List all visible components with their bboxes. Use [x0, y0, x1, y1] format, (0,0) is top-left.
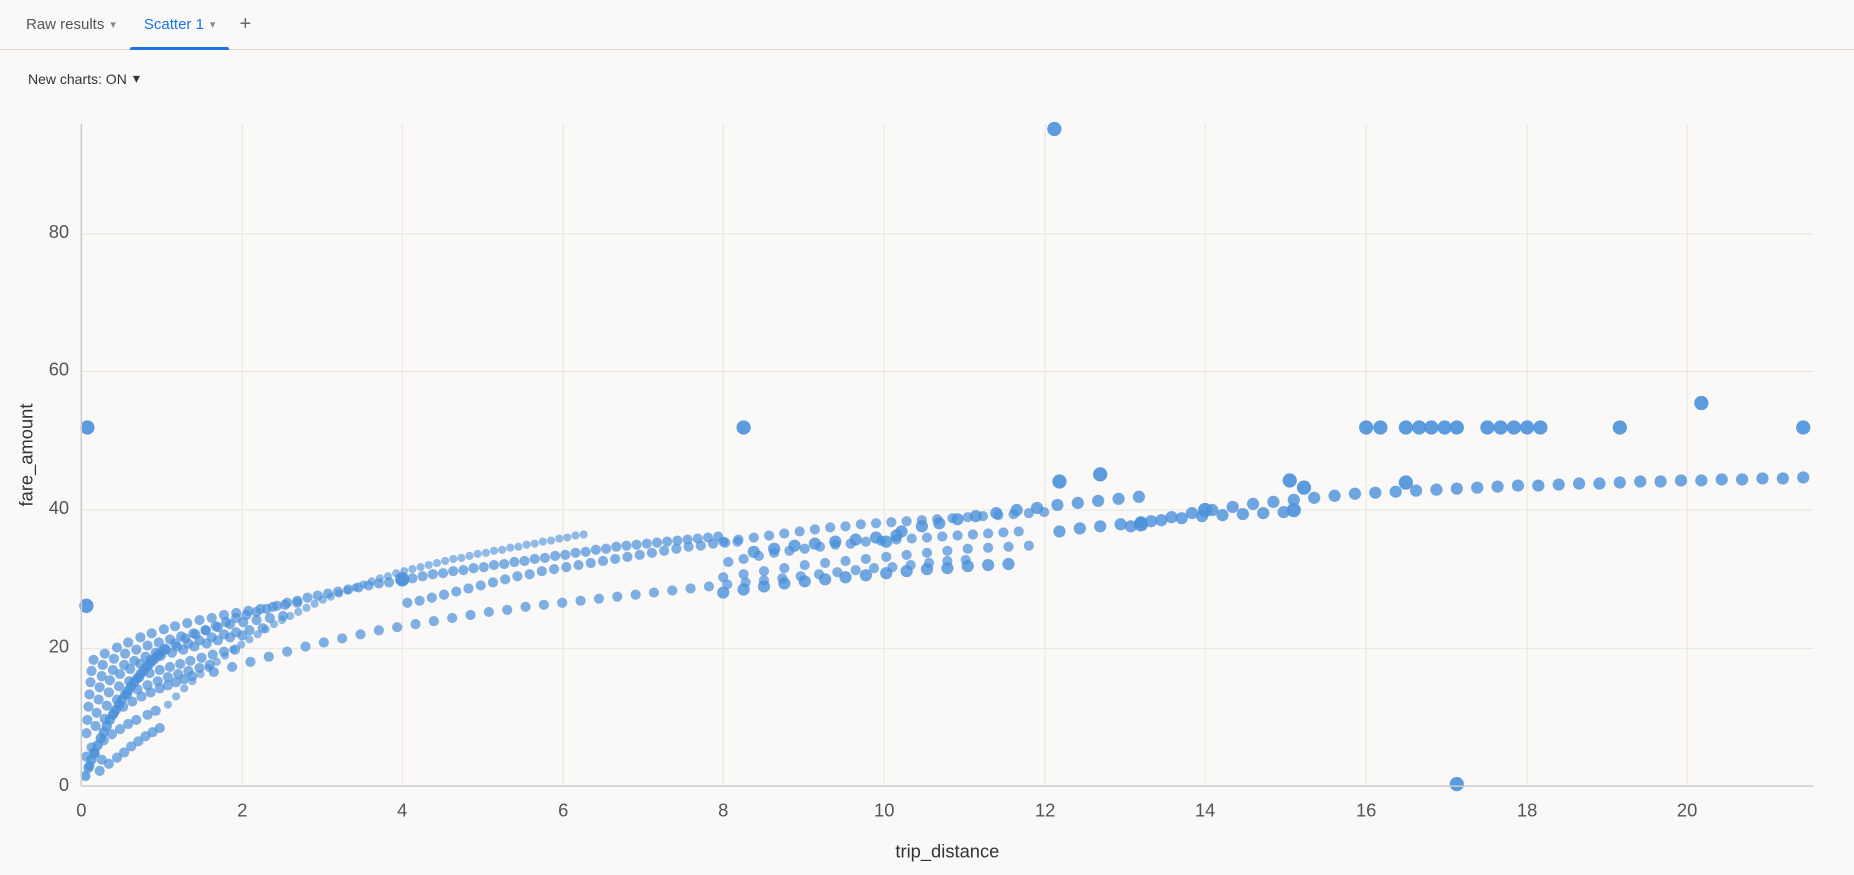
tab-scatter-1-chevron: ▾: [210, 18, 216, 31]
svg-text:6: 6: [558, 800, 568, 821]
svg-text:2: 2: [237, 800, 247, 821]
tab-add-icon: +: [239, 13, 251, 36]
chart-controls: New charts: ON ▾: [0, 66, 1854, 101]
svg-text:40: 40: [49, 497, 69, 518]
scatter-plot: 0 20 40 60 80 0 2 4 6 8 10 12 14 16 18 2…: [10, 101, 1844, 870]
svg-text:80: 80: [49, 221, 69, 242]
svg-text:10: 10: [874, 800, 894, 821]
svg-text:60: 60: [49, 359, 69, 380]
chart-area: New charts: ON ▾: [0, 50, 1854, 840]
svg-text:14: 14: [1195, 800, 1215, 821]
tab-raw-results-label: Raw results: [26, 16, 104, 33]
new-charts-chevron: ▾: [133, 70, 140, 87]
svg-text:0: 0: [76, 800, 86, 821]
new-charts-label: New charts: ON: [28, 71, 127, 87]
svg-text:12: 12: [1035, 800, 1055, 821]
svg-text:8: 8: [718, 800, 728, 821]
svg-text:18: 18: [1517, 800, 1537, 821]
tab-scatter-1[interactable]: Scatter 1 ▾: [130, 0, 230, 50]
new-charts-toggle[interactable]: New charts: ON ▾: [20, 66, 148, 91]
svg-text:20: 20: [1677, 800, 1697, 821]
tab-scatter-1-label: Scatter 1: [144, 16, 204, 33]
svg-text:fare_amount: fare_amount: [15, 404, 37, 507]
tab-bar: Raw results ▾ Scatter 1 ▾ +: [0, 0, 1854, 50]
tab-raw-results-chevron: ▾: [110, 18, 116, 31]
svg-text:4: 4: [397, 800, 407, 821]
scatter-plot-wrapper: 0 20 40 60 80 0 2 4 6 8 10 12 14 16 18 2…: [0, 101, 1854, 870]
svg-text:16: 16: [1356, 800, 1376, 821]
tab-raw-results[interactable]: Raw results ▾: [12, 0, 130, 50]
svg-text:0: 0: [59, 774, 69, 795]
svg-text:20: 20: [49, 636, 69, 657]
svg-text:trip_distance: trip_distance: [895, 840, 999, 862]
tab-add-button[interactable]: +: [229, 0, 261, 50]
